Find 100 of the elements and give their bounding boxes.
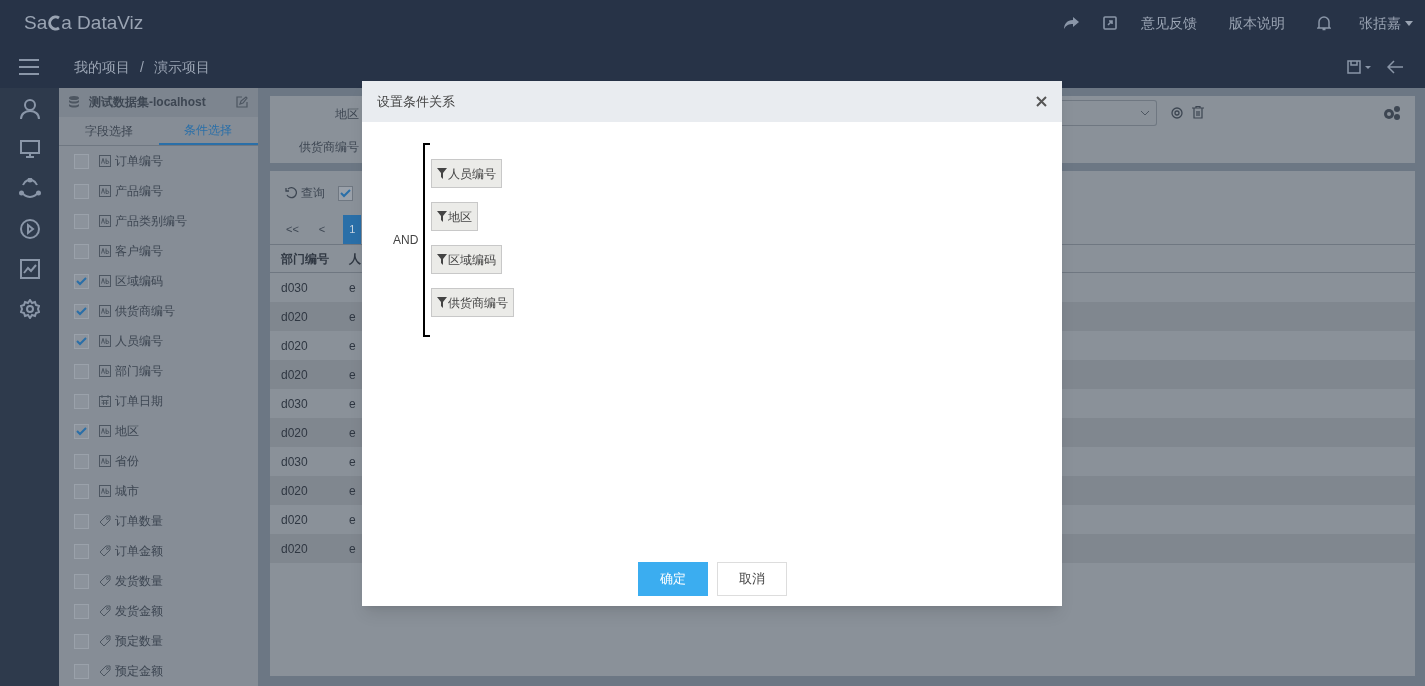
pager-button[interactable]: << [284, 215, 301, 244]
table-cell-text: e [349, 279, 356, 297]
tag-icon [99, 515, 111, 527]
table-cell-text: d030 [280, 395, 309, 413]
checkbox[interactable] [74, 303, 89, 319]
field-label: 部门编号 [115, 363, 163, 380]
breadcrumb-current: 演示项目 [153, 57, 210, 77]
menu-icon[interactable] [19, 59, 39, 75]
field-label: 城市 [115, 483, 139, 500]
table-cell-text: e [349, 482, 356, 500]
back-arrow-icon[interactable] [1387, 60, 1403, 74]
table-cell-text: d020 [280, 424, 309, 442]
filter-icon [437, 297, 448, 308]
text-field-icon [99, 425, 111, 437]
database-icon [69, 96, 79, 109]
close-icon[interactable] [1036, 96, 1047, 107]
checkbox[interactable] [74, 333, 89, 349]
text-field-icon [99, 485, 111, 497]
external-link-icon[interactable] [1103, 16, 1117, 30]
filter-icon [437, 211, 448, 222]
tag-icon [99, 605, 111, 617]
condition-chip[interactable]: 地区 [431, 202, 479, 231]
dialog-button[interactable]: 取消 [716, 562, 787, 596]
filter-icon [437, 254, 448, 265]
condition-chip[interactable]: 区域编码 [431, 245, 503, 274]
pager-button[interactable]: 1 [343, 215, 362, 244]
checkbox[interactable] [74, 273, 89, 289]
save-icon[interactable] [1347, 60, 1372, 74]
filter-icon [437, 168, 448, 179]
checkbox[interactable] [338, 185, 353, 201]
table-cell-text: e [349, 337, 356, 355]
refresh-icon[interactable] [285, 187, 297, 199]
query-label[interactable]: 查询 [301, 184, 325, 202]
table-cell-text: e [349, 540, 356, 558]
column-header: 部门编号 [280, 250, 330, 268]
field-label: 发货金额 [115, 603, 163, 620]
filter-label: 供货商编号 [299, 139, 359, 156]
breadcrumb-separator: / [140, 57, 144, 77]
field-label: 预定数量 [115, 633, 163, 650]
nav-link[interactable]: 意见反馈 [1141, 12, 1197, 34]
field-label: 省份 [115, 453, 139, 470]
table-cell-text: e [349, 511, 356, 529]
user-menu[interactable]: 张括嘉 [1359, 12, 1413, 34]
text-field-icon [99, 305, 111, 317]
settings-icon[interactable] [19, 299, 40, 319]
cycle-icon[interactable] [18, 178, 41, 200]
text-field-icon [99, 335, 111, 347]
checkbox[interactable] [74, 423, 89, 439]
condition-chip[interactable]: 供货商编号 [431, 288, 515, 317]
table-cell-text: d030 [280, 453, 309, 471]
field-label: 产品编号 [115, 183, 163, 200]
table-cell-text: d020 [280, 540, 309, 558]
field-label: 区域编码 [115, 273, 163, 290]
field-label: 订单日期 [115, 393, 163, 410]
table-cell-text: d030 [280, 279, 309, 297]
field-label: 订单数量 [115, 513, 163, 530]
dataset-title: 测试数据集-localhost [89, 94, 206, 112]
text-field-icon [99, 245, 111, 257]
trash-icon[interactable] [1192, 106, 1204, 119]
field-label: 客户编号 [115, 243, 163, 260]
text-field-icon [99, 455, 111, 467]
edit-icon[interactable] [236, 96, 248, 109]
table-cell-text: d020 [280, 511, 309, 529]
monitor-icon[interactable] [19, 140, 40, 158]
field-label: 地区 [115, 423, 139, 440]
dialog-title: 设置条件关系 [377, 92, 455, 111]
field-label: 订单编号 [115, 153, 163, 170]
pager-button[interactable]: < [316, 215, 328, 244]
table-cell-text: e [349, 424, 356, 442]
chart-icon[interactable] [19, 259, 40, 279]
tag-icon [99, 665, 111, 677]
app-logo: Sa a DataViz [24, 10, 144, 35]
text-field-icon [99, 275, 111, 287]
text-field-icon [99, 215, 111, 227]
table-cell-text: e [349, 366, 356, 384]
condition-chip[interactable]: 人员编号 [431, 159, 503, 188]
filter-label: 地区 [335, 106, 359, 123]
field-label: 预定金额 [115, 663, 163, 680]
user-icon[interactable] [18, 98, 41, 120]
gears-icon[interactable] [1383, 105, 1401, 121]
panel-tab[interactable]: 字段选择 [59, 117, 159, 145]
chevron-icon [1140, 110, 1150, 116]
field-label: 发货数量 [115, 573, 163, 590]
text-field-icon [99, 155, 111, 167]
caret-icon [1405, 20, 1413, 26]
field-label: 产品类别编号 [115, 213, 187, 230]
text-field-icon [99, 365, 111, 377]
share-icon[interactable] [1063, 16, 1079, 30]
nav-link[interactable]: 版本说明 [1229, 12, 1285, 34]
table-cell-text: d020 [280, 308, 309, 326]
table-cell-text: d020 [280, 366, 309, 384]
table-cell-text: e [349, 395, 356, 413]
settings-icon[interactable] [1171, 107, 1183, 119]
bell-icon[interactable] [1317, 15, 1331, 31]
table-cell-text: e [349, 308, 356, 326]
play-icon[interactable] [18, 218, 41, 240]
column-header: 人 [349, 250, 361, 268]
tag-icon [99, 635, 111, 647]
breadcrumb-link[interactable]: 我的项目 [74, 56, 130, 78]
field-label: 供货商编号 [115, 303, 175, 320]
